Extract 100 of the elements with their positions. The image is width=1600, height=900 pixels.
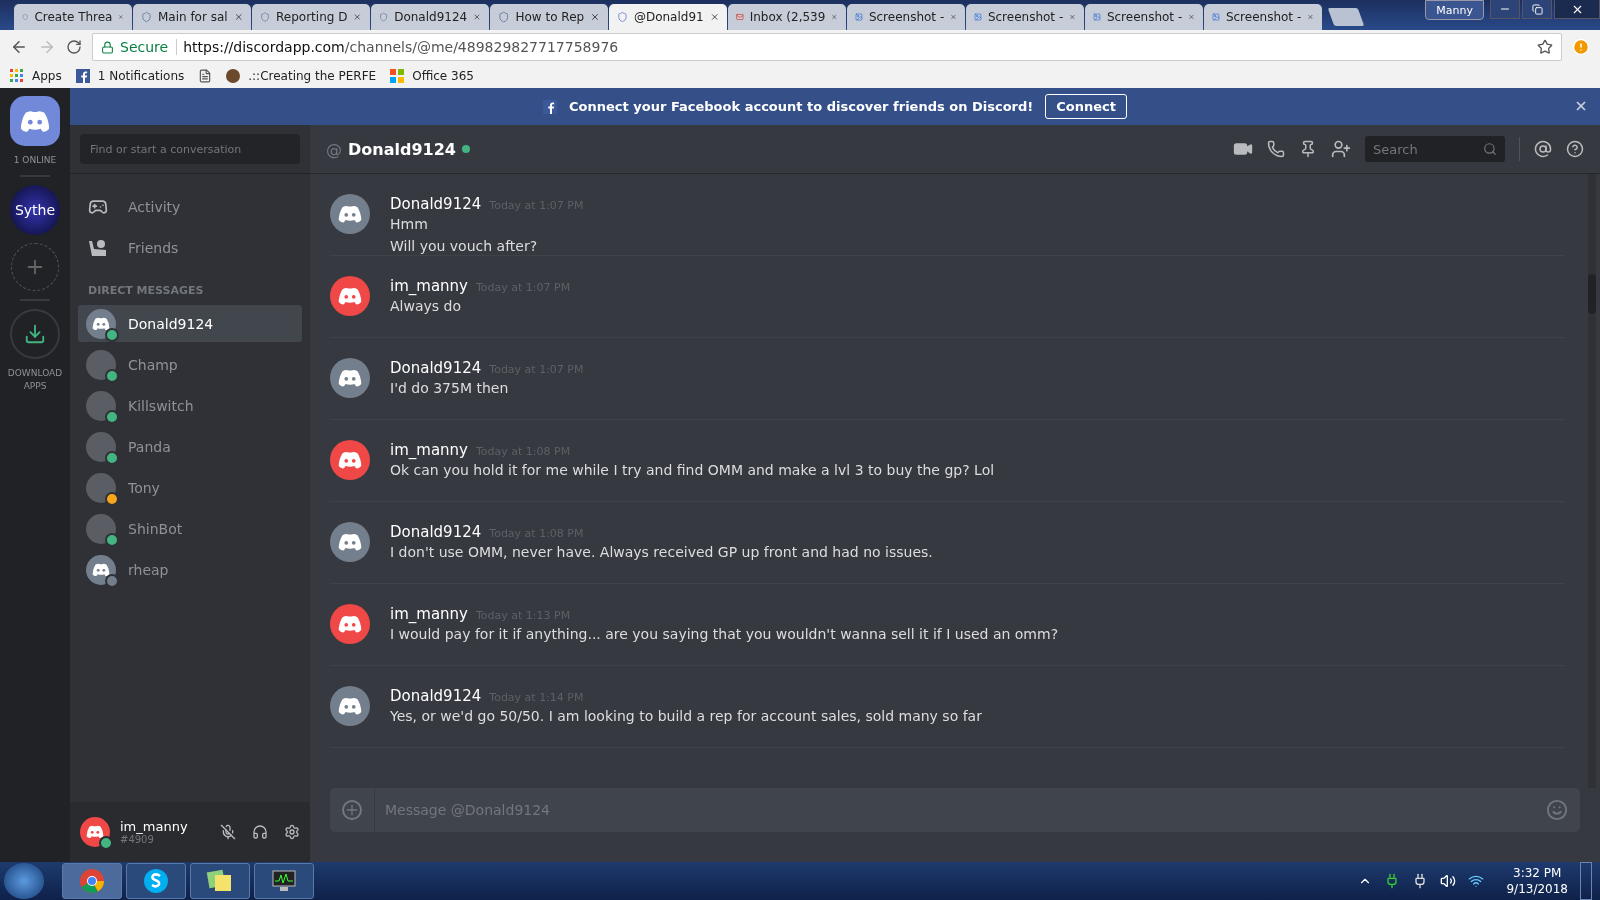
picture-icon <box>1093 10 1101 24</box>
browser-tab[interactable]: Reporting D <box>252 4 370 30</box>
show-desktop-button[interactable] <box>1580 862 1592 900</box>
shield-icon <box>617 10 628 24</box>
settings-icon[interactable] <box>284 824 300 840</box>
dm-item[interactable]: Tony <box>78 469 302 506</box>
network-icon[interactable] <box>1468 873 1485 889</box>
search-icon <box>1483 142 1497 156</box>
close-icon[interactable] <box>1574 99 1588 113</box>
pin-icon[interactable] <box>1299 140 1317 158</box>
home-button[interactable] <box>10 96 60 146</box>
connect-button[interactable]: Connect <box>1045 94 1127 119</box>
message-author[interactable]: im_manny <box>390 605 468 623</box>
online-count: 1 ONLINE <box>13 154 57 167</box>
close-icon[interactable] <box>709 11 719 23</box>
message-author[interactable]: Donald9124 <box>390 687 482 705</box>
message-text: Yes, or we'd go 50/50. I am looking to build a rep for account sales, sold many so far <box>390 707 982 726</box>
discord-logo-icon <box>92 316 110 331</box>
discord-logo-icon <box>86 825 104 839</box>
message-text: Hmm <box>390 215 429 234</box>
picture-icon <box>974 10 982 24</box>
taskbar-app[interactable] <box>254 863 314 899</box>
close-icon[interactable] <box>353 11 362 23</box>
avatar-picture <box>86 390 116 421</box>
waving-person-icon <box>88 238 108 257</box>
back-icon[interactable] <box>10 38 28 56</box>
browser-tab[interactable]: Screenshot - <box>1204 4 1322 30</box>
mic-muted-icon[interactable] <box>220 824 236 840</box>
discord-logo-icon <box>338 533 362 551</box>
browser-tab[interactable]: Inbox (2,539 <box>728 4 846 30</box>
close-icon[interactable] <box>590 11 600 23</box>
phone-icon[interactable] <box>1267 140 1285 158</box>
close-icon[interactable] <box>233 11 243 23</box>
search-field[interactable]: Search <box>1365 136 1505 162</box>
mention-icon[interactable] <box>1534 140 1552 158</box>
nav-item[interactable]: Activity <box>78 186 302 227</box>
start-button[interactable] <box>4 863 44 899</box>
browser-tab[interactable]: Screenshot - <box>966 4 1084 30</box>
message-author[interactable]: im_manny <box>390 441 468 459</box>
bookmark-star-icon[interactable] <box>1537 39 1553 55</box>
apps-grid-icon <box>10 69 24 83</box>
minimize-button[interactable] <box>1490 0 1520 19</box>
message-text: I don't use OMM, never have. Always received GP up front and had no issues. <box>390 543 933 562</box>
speaker-icon[interactable] <box>1440 873 1457 889</box>
address-bar[interactable]: Secure https://discordapp.com/channels/@me/489829827717758976 <box>92 33 1562 61</box>
download-button[interactable] <box>10 309 60 359</box>
conversation-search-field[interactable]: Find or start a conversation <box>80 134 300 164</box>
message-text: I'd do 375M then <box>390 379 510 398</box>
bookmark-link[interactable]: Office 365 <box>412 69 474 83</box>
browser-tab[interactable]: @Donald91 <box>609 4 727 30</box>
scrollbar-thumb[interactable] <box>1588 274 1596 314</box>
picture-icon <box>855 10 863 24</box>
taskbar-app[interactable] <box>190 863 250 899</box>
browser-tab[interactable]: Screenshot - <box>847 4 965 30</box>
username: im_manny <box>120 819 188 834</box>
profile-button[interactable]: Manny <box>1425 0 1484 20</box>
browser-tab[interactable]: How to Rep <box>490 4 608 30</box>
message-author[interactable]: im_manny <box>390 277 468 295</box>
avatar-picture <box>86 349 116 380</box>
reload-icon[interactable] <box>66 39 82 55</box>
close-button[interactable] <box>1554 0 1600 19</box>
dm-item[interactable]: Donald9124 <box>78 305 302 342</box>
facebook-icon <box>75 69 90 83</box>
dm-item[interactable]: Panda <box>78 428 302 465</box>
message-text: Ok can you hold it for me while I try and find OMM and make a lvl 3 to buy the gp? Lol <box>390 461 995 480</box>
clock[interactable]: 3:32 PM 9/13/2018 <box>1506 865 1568 897</box>
bookmark-link[interactable]: .::Creating the PERFE <box>248 69 377 83</box>
restore-button[interactable] <box>1522 0 1552 19</box>
headphones-icon[interactable] <box>252 824 268 840</box>
monitor-graph-icon <box>270 869 298 893</box>
bookmark-link[interactable]: Apps <box>32 69 62 83</box>
message-author[interactable]: Donald9124 <box>390 195 482 213</box>
message-author[interactable]: Donald9124 <box>390 359 482 377</box>
skype-icon <box>143 868 169 894</box>
chrome-icon <box>79 868 105 894</box>
banner-text: Connect your Facebook account to discover friends on Discord! <box>569 99 1034 114</box>
discord-logo-icon <box>338 451 362 469</box>
page-icon <box>198 69 213 83</box>
dm-item[interactable]: Champ <box>78 346 302 383</box>
help-icon[interactable] <box>1566 140 1584 158</box>
avatar-picture <box>86 472 116 503</box>
taskbar-app[interactable] <box>126 863 186 899</box>
shield-icon <box>141 10 152 24</box>
add-user-icon[interactable] <box>1331 139 1351 159</box>
message-author[interactable]: Donald9124 <box>390 523 482 541</box>
browser-tab[interactable]: Screenshot - <box>1085 4 1203 30</box>
browser-tab[interactable]: Main for sal <box>133 4 251 30</box>
new-tab-button[interactable] <box>1327 8 1365 26</box>
nav-item[interactable]: Friends <box>78 227 302 268</box>
dm-item[interactable]: ShinBot <box>78 510 302 547</box>
user-tag: #4909 <box>120 834 188 845</box>
server-icon[interactable]: Sythe <box>10 185 60 235</box>
browser-tab[interactable]: Donald9124 <box>371 4 489 30</box>
dm-item[interactable]: Killswitch <box>78 387 302 424</box>
browser-tab[interactable]: Create Threa <box>14 4 132 30</box>
discord-logo-icon <box>338 369 362 387</box>
discord-logo-icon <box>338 205 362 223</box>
dm-item[interactable]: rheap <box>78 551 302 588</box>
bookmark-link[interactable]: 1 Notifications <box>97 69 185 83</box>
discord-logo-icon <box>20 109 50 133</box>
